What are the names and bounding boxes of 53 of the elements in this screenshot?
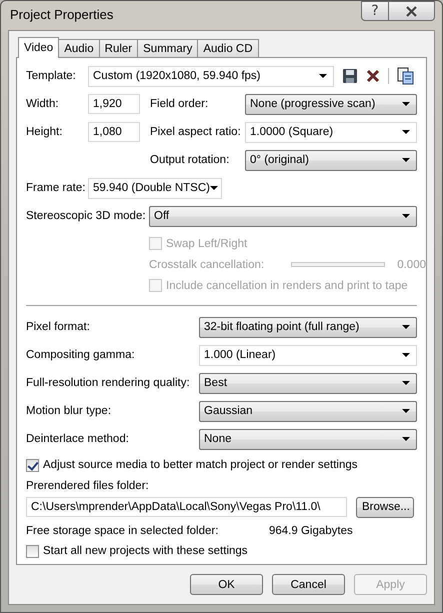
delete-icon[interactable] [366, 69, 380, 83]
tab[interactable]: Ruler [98, 39, 138, 57]
checkbox[interactable] [26, 544, 39, 558]
checkbox-label: Include cancellation in renders and print to tape [166, 280, 408, 292]
setting-dropdown[interactable]: 1.000 (Linear) [199, 344, 417, 366]
tab[interactable]: Video [18, 37, 60, 58]
field-order-dropdown[interactable]: None (progressive scan) [245, 94, 417, 114]
close-icon [405, 6, 418, 16]
folder-path-field[interactable]: C:\Users\mprender\AppData\Local\Sony\Vegas Pro\11.0\ [26, 497, 347, 517]
setting-dropdown[interactable]: 32-bit floating point (full range) [199, 316, 417, 338]
field-label: Free storage space in selected folder: [26, 525, 220, 537]
storage-value: 964.9 Gigabytes [269, 525, 353, 537]
field-label: Height: [26, 126, 64, 138]
field-label: Template: [26, 70, 77, 82]
stereo-mode-dropdown[interactable]: Off [149, 206, 417, 226]
tab[interactable]: Audio CD [197, 39, 259, 57]
browse-button[interactable]: Browse... [356, 496, 414, 518]
field-label: Output rotation: [150, 154, 230, 166]
tab[interactable]: Audio [58, 39, 100, 57]
field-label: Frame rate: [26, 182, 86, 194]
aspect-ratio-dropdown[interactable]: 1.0000 (Square) [245, 122, 417, 142]
close-button[interactable] [389, 1, 435, 21]
field-label: Field order: [150, 98, 210, 110]
field-label: Pixel aspect ratio: [150, 126, 242, 138]
copy-icon[interactable] [397, 67, 414, 85]
field-label: Full-resolution rendering quality: [26, 377, 191, 389]
field-label: Stereoscopic 3D mode: [26, 210, 147, 222]
dialog-button[interactable]: Cancel [272, 574, 345, 595]
field-label: Compositing gamma: [26, 349, 136, 361]
frame-rate-dropdown[interactable]: 59.940 (Double NTSC) [88, 178, 222, 198]
field-label: Pixel format: [26, 321, 91, 333]
setting-dropdown[interactable]: Gaussian [199, 400, 417, 422]
help-button[interactable]: ? [361, 1, 389, 21]
rotation-dropdown[interactable]: 0° (original) [245, 150, 417, 170]
save-icon[interactable] [342, 68, 358, 84]
field-label: Prerendered files folder: [26, 480, 150, 494]
template-dropdown[interactable]: Custom (1920x1080, 59.940 fps) [88, 66, 334, 86]
height-field[interactable]: 1,080 [88, 122, 140, 142]
field-label: Deinterlace method: [26, 433, 130, 445]
setting-dropdown[interactable]: Best [199, 372, 417, 394]
dialog-button[interactable]: OK [190, 574, 263, 595]
checkbox-label: Swap Left/Right [166, 238, 248, 250]
slider-reading: 0.000 [397, 258, 426, 270]
field-label: Motion blur type: [26, 405, 112, 417]
checkbox[interactable] [26, 458, 39, 472]
field-label: Width: [26, 98, 60, 110]
tab[interactable]: Summary [137, 39, 198, 57]
setting-dropdown[interactable]: None [199, 428, 417, 450]
window-title: Project Properties [10, 7, 114, 22]
checkbox-label: Start all new projects with these settings [43, 545, 248, 557]
slider-label: Crosstalk cancellation: [149, 258, 264, 270]
checkbox-label: Adjust source media to better match project or render settings [43, 459, 358, 471]
width-field[interactable]: 1,920 [88, 94, 140, 114]
